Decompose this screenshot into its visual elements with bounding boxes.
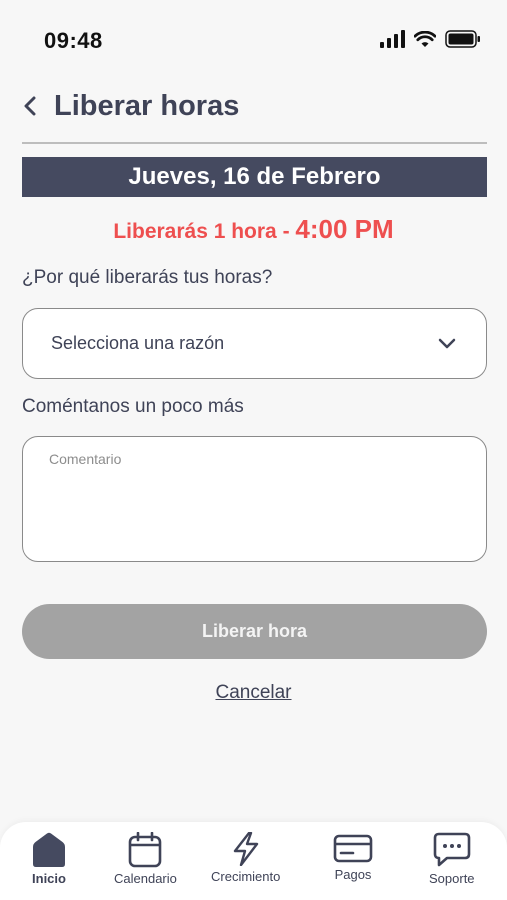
signal-icon [380, 30, 405, 48]
release-prefix: Liberarás 1 hora - [113, 220, 296, 243]
calendar-icon [129, 832, 162, 868]
home-icon [33, 832, 65, 867]
date-banner: Jueves, 16 de Febrero [22, 157, 487, 197]
chat-icon [433, 832, 471, 867]
chevron-down-icon [438, 338, 456, 348]
comment-textarea[interactable] [22, 436, 487, 562]
nav-item-inicio[interactable]: Inicio [30, 832, 68, 886]
nav-item-crecimiento[interactable]: Crecimiento [211, 832, 280, 884]
page-title: Liberar horas [54, 89, 240, 122]
nav-label: Pagos [334, 867, 372, 882]
reason-select[interactable]: Selecciona una razón [22, 308, 487, 379]
nav-label: Inicio [32, 871, 66, 886]
reason-question-label: ¿Por qué liberarás tus horas? [22, 267, 273, 288]
nav-item-soporte[interactable]: Soporte [429, 832, 475, 886]
chevron-left-icon [24, 96, 36, 116]
wifi-icon [414, 30, 436, 47]
status-icons [379, 30, 481, 48]
screen: 09:48 Liberar horas Jueves, 16 de Febrer… [0, 0, 507, 900]
nav-item-pagos[interactable]: Pagos [333, 832, 373, 882]
comment-label: Coméntanos un poco más [22, 396, 244, 417]
nav-label: Calendario [114, 871, 177, 886]
card-icon [333, 834, 373, 863]
release-hour-button[interactable]: Liberar hora [22, 604, 487, 659]
back-button[interactable] [20, 91, 40, 121]
release-summary: Liberarás 1 hora - 4:00 PM [0, 214, 507, 245]
battery-icon [445, 30, 480, 48]
nav-label: Crecimiento [211, 869, 281, 884]
header: Liberar horas [20, 84, 487, 128]
lightning-icon [233, 832, 258, 866]
status-bar: 09:48 [0, 0, 507, 80]
bottom-nav: Inicio Calendario Crecimiento Pagos Sopo… [0, 822, 507, 900]
nav-item-calendario[interactable]: Calendario [114, 832, 177, 886]
nav-label: Soporte [429, 871, 475, 886]
reason-select-placeholder: Selecciona una razón [51, 333, 225, 353]
cancel-link[interactable]: Cancelar [0, 682, 507, 704]
status-time: 09:48 [44, 28, 103, 53]
release-time: 4:00 PM [295, 214, 394, 244]
header-divider [22, 142, 487, 144]
